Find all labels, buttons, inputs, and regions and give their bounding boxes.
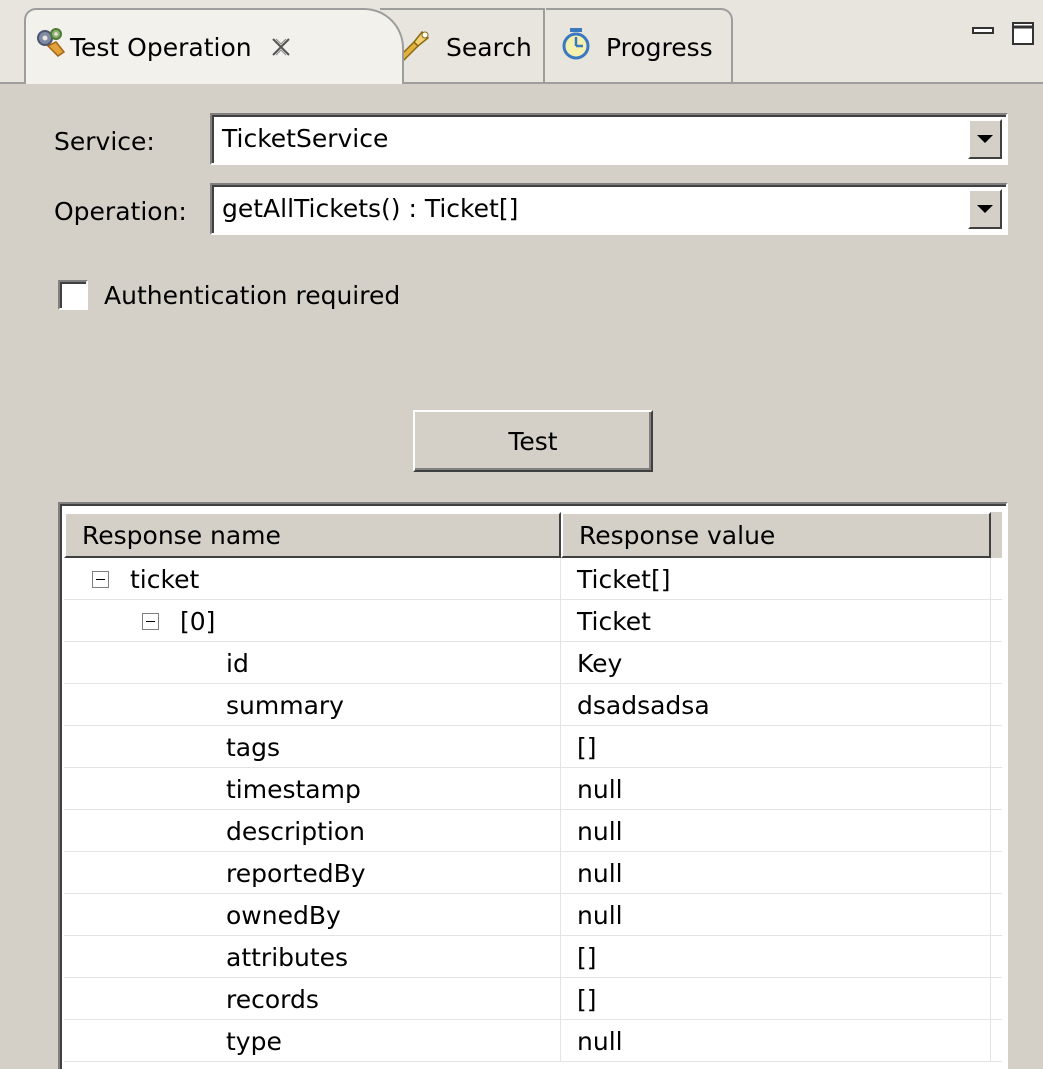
service-dropdown-button[interactable]	[968, 119, 1002, 159]
column-header-response-name[interactable]: Response name	[64, 512, 561, 558]
response-table[interactable]: Response name Response value ticket Tick…	[58, 502, 1008, 1069]
response-value: null	[577, 900, 623, 930]
response-value: null	[577, 774, 623, 804]
test-operation-view: Test Operation Search Progress Service: …	[0, 0, 1043, 1069]
maximize-icon[interactable]	[1011, 20, 1035, 46]
collapse-icon[interactable]	[142, 613, 159, 630]
response-value: []	[577, 732, 597, 762]
test-button[interactable]: Test	[413, 410, 653, 472]
table-body: ticket Ticket[] [0] Ticket id Key summar…	[64, 558, 1002, 1062]
tab-search[interactable]: Search	[380, 8, 545, 84]
operation-combo[interactable]: getAllTickets() : Ticket[]	[210, 183, 1008, 235]
test-button-label: Test	[508, 426, 558, 456]
table-row[interactable]: attributes []	[64, 936, 1002, 978]
response-name: type	[226, 1027, 282, 1056]
tab-progress-label: Progress	[606, 32, 713, 62]
table-row[interactable]: reportedBy null	[64, 852, 1002, 894]
response-value: null	[577, 858, 623, 888]
table-row[interactable]: [0] Ticket	[64, 600, 1002, 642]
response-name: reportedBy	[226, 859, 366, 888]
response-value: Ticket[]	[577, 564, 671, 594]
table-row[interactable]: summary dsadsadsa	[64, 684, 1002, 726]
response-name: description	[226, 817, 366, 846]
tab-search-label: Search	[446, 32, 532, 62]
minimize-icon[interactable]	[971, 20, 995, 46]
response-name: records	[226, 985, 319, 1014]
response-name: ticket	[130, 565, 200, 594]
service-value: TicketService	[222, 124, 389, 153]
response-name: id	[226, 649, 249, 678]
operation-value: getAllTickets() : Ticket[]	[222, 194, 519, 223]
table-row[interactable]: description null	[64, 810, 1002, 852]
response-value: null	[577, 1026, 623, 1056]
response-name: [0]	[180, 607, 216, 636]
view-window-controls	[971, 20, 1035, 46]
service-label: Service:	[54, 127, 155, 156]
gears-icon	[37, 28, 66, 57]
table-row[interactable]: records []	[64, 978, 1002, 1020]
table-row[interactable]: type null	[64, 1020, 1002, 1062]
response-value: Ticket	[577, 606, 651, 636]
tab-progress[interactable]: Progress	[546, 8, 733, 84]
response-name: summary	[226, 691, 344, 720]
operation-label: Operation:	[54, 197, 187, 226]
column-header-response-value[interactable]: Response value	[561, 512, 991, 558]
column-header-label: Response value	[579, 520, 776, 550]
column-header-label: Response name	[82, 520, 281, 550]
response-value: []	[577, 984, 597, 1014]
tab-test-operation[interactable]: Test Operation	[24, 8, 404, 84]
progress-icon	[562, 28, 590, 60]
table-row[interactable]: id Key	[64, 642, 1002, 684]
response-value: dsadsadsa	[577, 690, 710, 720]
response-name: attributes	[226, 943, 349, 972]
table-header: Response name Response value	[64, 512, 1002, 558]
table-row[interactable]: ownedBy null	[64, 894, 1002, 936]
table-row[interactable]: ticket Ticket[]	[64, 558, 1002, 600]
tab-test-operation-label: Test Operation	[70, 32, 252, 62]
close-icon[interactable]	[270, 36, 292, 58]
response-value: null	[577, 816, 623, 846]
view-tab-bar: Test Operation Search Progress	[0, 0, 1043, 84]
table-row[interactable]: timestamp null	[64, 768, 1002, 810]
chevron-down-icon	[977, 205, 993, 213]
operation-dropdown-button[interactable]	[968, 189, 1002, 229]
response-name: ownedBy	[226, 901, 341, 930]
response-name: tags	[226, 733, 281, 762]
chevron-down-icon	[977, 135, 993, 143]
table-row[interactable]: tags []	[64, 726, 1002, 768]
collapse-icon[interactable]	[92, 571, 109, 588]
response-value: Key	[577, 648, 623, 678]
service-combo[interactable]: TicketService	[210, 113, 1008, 165]
response-value: []	[577, 942, 597, 972]
authentication-checkbox[interactable]	[58, 280, 88, 310]
authentication-label: Authentication required	[104, 281, 401, 310]
response-name: timestamp	[226, 775, 361, 804]
